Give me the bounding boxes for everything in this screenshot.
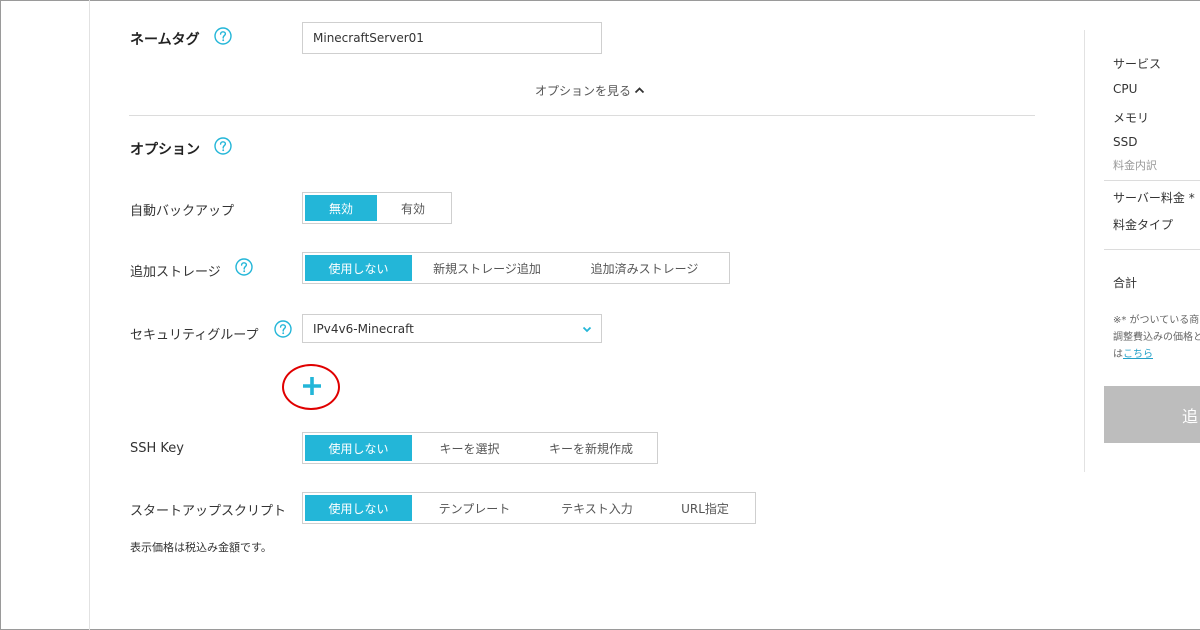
ssh-key-label: SSH Key	[130, 441, 184, 456]
auto-backup-option-enabled[interactable]: 有効	[377, 195, 449, 221]
annotation-ring	[282, 364, 340, 410]
startup-script-option-text[interactable]: テキスト入力	[537, 495, 657, 521]
auto-backup-label: 自動バックアップ	[130, 204, 235, 219]
summary-note-link[interactable]: こちら	[1123, 349, 1153, 360]
name-tag-label: ネームタグ	[130, 32, 200, 48]
chevron-down-icon	[582, 326, 592, 333]
extra-storage-label: 追加ストレージ	[130, 265, 221, 280]
summary-column-rule	[1084, 30, 1085, 472]
auto-backup-option-disabled[interactable]: 無効	[305, 195, 377, 221]
extra-storage-toggle: 使用しない 新規ストレージ追加 追加済みストレージ	[302, 252, 730, 284]
summary-cpu: CPU	[1113, 82, 1138, 96]
startup-script-option-template[interactable]: テンプレート	[412, 495, 537, 521]
extra-storage-help-icon[interactable]	[235, 258, 253, 276]
ssh-key-option-none[interactable]: 使用しない	[305, 435, 412, 461]
summary-fee-type: 料金タイプ	[1113, 218, 1174, 232]
name-tag-input[interactable]	[302, 22, 602, 54]
submit-button[interactable]: 追	[1104, 386, 1200, 443]
options-heading: オプション	[130, 142, 200, 158]
security-group-label: セキュリティグループ	[130, 328, 259, 343]
extra-storage-option-new[interactable]: 新規ストレージ追加	[412, 255, 562, 281]
summary-note-prefix: は	[1113, 349, 1123, 360]
extra-storage-option-none[interactable]: 使用しない	[305, 255, 412, 281]
ssh-key-option-select[interactable]: キーを選択	[412, 435, 527, 461]
options-help-icon[interactable]	[214, 137, 232, 155]
security-group-select[interactable]: IPv4v6-Minecraft	[302, 314, 602, 343]
security-group-help-icon[interactable]	[274, 320, 292, 338]
summary-divider-2	[1104, 249, 1200, 250]
summary-server-fee: サーバー料金 *	[1113, 191, 1195, 205]
summary-note-line3: はこちら	[1113, 346, 1153, 363]
summary-breakdown: 料金内訳	[1113, 159, 1157, 172]
summary-divider-1	[1104, 180, 1200, 181]
options-toggle[interactable]: オプションを見る	[535, 82, 645, 99]
extra-storage-option-existing[interactable]: 追加済みストレージ	[562, 255, 727, 281]
section-divider	[129, 115, 1035, 116]
startup-script-option-url[interactable]: URL指定	[657, 495, 753, 521]
name-tag-help-icon[interactable]	[214, 27, 232, 45]
chevron-up-icon	[634, 87, 645, 94]
summary-note-line2: 調整費込みの価格と	[1113, 332, 1200, 343]
auto-backup-toggle: 無効 有効	[302, 192, 452, 224]
startup-script-toggle: 使用しない テンプレート テキスト入力 URL指定	[302, 492, 756, 524]
left-column-rule	[89, 0, 90, 630]
summary-memory: メモリ	[1113, 111, 1150, 125]
tax-note: 表示価格は税込み金額です。	[130, 541, 272, 554]
summary-service: サービス	[1113, 57, 1162, 71]
summary-note-line1: ※* がついている商	[1113, 315, 1200, 326]
ssh-key-toggle: 使用しない キーを選択 キーを新規作成	[302, 432, 658, 464]
security-group-value: IPv4v6-Minecraft	[313, 321, 414, 336]
summary-ssd: SSD	[1113, 135, 1138, 149]
startup-script-option-none[interactable]: 使用しない	[305, 495, 412, 521]
startup-script-label: スタートアップスクリプト	[130, 504, 287, 519]
ssh-key-option-create[interactable]: キーを新規作成	[527, 435, 655, 461]
options-toggle-label: オプションを見る	[535, 84, 632, 98]
summary-total: 合計	[1113, 276, 1138, 290]
